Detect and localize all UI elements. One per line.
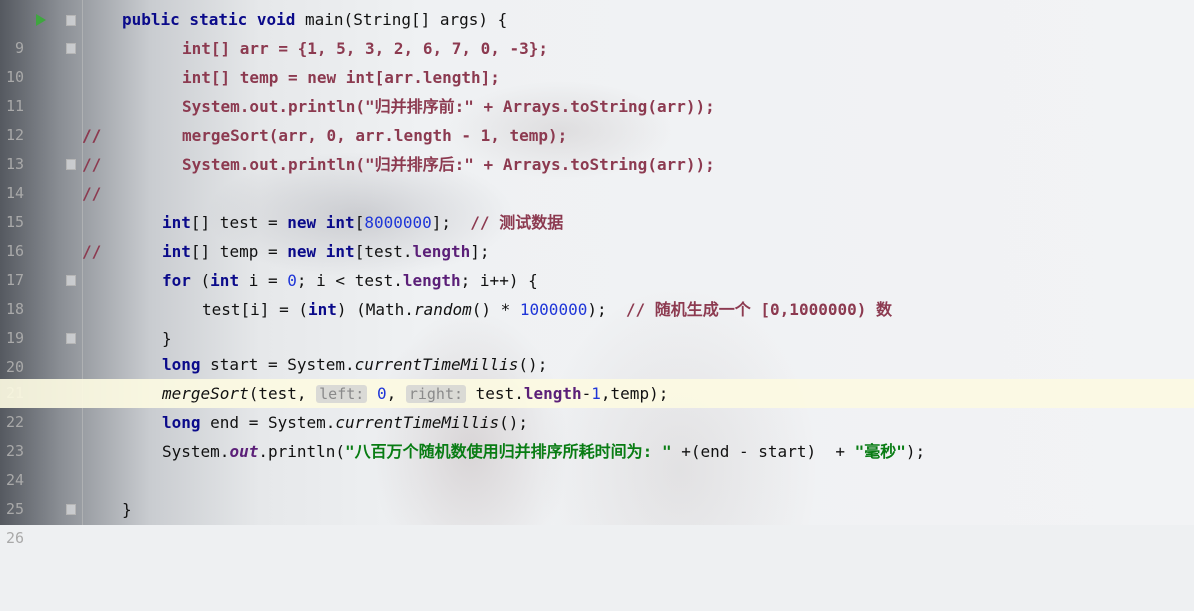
code-line-17[interactable]: 17 int[] temp = new int[test.length]; <box>0 237 1194 289</box>
code-line-10[interactable]: 10 // int[] arr = {1, 5, 3, 2, 6, 7, 0, … <box>0 34 1194 145</box>
code-line-19[interactable]: 19 test[i] = (int) (Math.random() * 1000… <box>0 295 1194 347</box>
code-line-12[interactable]: 12 // System.out.println("归并排序前:" + Arra… <box>0 92 1194 174</box>
run-icon[interactable] <box>36 14 46 26</box>
code-text: } <box>122 500 132 519</box>
code-line-23[interactable]: 23 long end = System.currentTimeMillis()… <box>0 408 1194 460</box>
code-text: mergeSort(arr, 0, arr.length - 1, temp); <box>182 126 568 145</box>
code-text: long start = System.currentTimeMillis(); <box>162 355 548 374</box>
fold-icon[interactable] <box>66 275 76 286</box>
code-text: int[] temp = new int[test.length]; <box>162 242 490 261</box>
code-line-21[interactable]: 21 long start = System.currentTimeMillis… <box>0 350 1194 402</box>
code-line-16[interactable]: 16 int[] test = new int[8000000]; // 测试数… <box>0 208 1194 260</box>
parameter-hint-left: left: <box>316 385 368 403</box>
code-line-20[interactable]: 20 } <box>0 324 1194 376</box>
code-text: System.out.println("归并排序前:" + Arrays.toS… <box>182 97 715 116</box>
code-line-11[interactable]: 11 // int[] temp = new int[arr.length]; <box>0 63 1194 145</box>
code-line-25[interactable]: 25 <box>0 466 1194 518</box>
code-line-24[interactable]: 24 System.out.println("八百万个随机数使用归并排序所耗时间… <box>0 437 1194 489</box>
parameter-hint-right: right: <box>405 385 467 403</box>
fold-icon[interactable] <box>66 504 76 515</box>
code-line-26[interactable]: 26 } <box>0 495 1194 547</box>
code-line-18[interactable]: 18 for (int i = 0; i < test.length; i++)… <box>0 266 1194 318</box>
code-text: public static void main(String[] args) { <box>122 10 508 29</box>
code-text: int[] test = new int[8000000]; // 测试数据 <box>162 213 564 232</box>
code-text: System.out.println("八百万个随机数使用归并排序所耗时间为: … <box>162 442 926 461</box>
code-text: System.out.println("归并排序后:" + Arrays.toS… <box>182 155 715 174</box>
code-text: int[] arr = {1, 5, 3, 2, 6, 7, 0, -3}; <box>182 39 549 58</box>
fold-icon[interactable] <box>66 159 76 170</box>
code-text: for (int i = 0; i < test.length; i++) { <box>162 271 538 290</box>
code-text: long end = System.currentTimeMillis(); <box>162 413 529 432</box>
code-text: test[i] = (int) (Math.random() * 1000000… <box>202 300 893 319</box>
code-line-13[interactable]: 13 // mergeSort(arr, 0, arr.length - 1, … <box>0 121 1194 203</box>
code-line-22[interactable]: 22 mergeSort(test, left: 0, right: test.… <box>0 379 1194 431</box>
line-number: 26 <box>5 529 24 547</box>
code-line-9[interactable]: 9 public static void main(String[] args)… <box>0 5 1194 57</box>
code-text: int[] temp = new int[arr.length]; <box>182 68 500 87</box>
code-text: } <box>162 329 172 348</box>
fold-icon[interactable] <box>66 333 76 344</box>
code-line-14[interactable]: 14 // System.out.println("归并排序后:" + Arra… <box>0 150 1194 261</box>
fold-icon[interactable] <box>66 43 76 54</box>
code-line-15[interactable]: 15 <box>0 179 1194 231</box>
code-text: mergeSort(test, left: 0, right: test.len… <box>162 384 669 403</box>
fold-icon[interactable] <box>66 15 76 26</box>
